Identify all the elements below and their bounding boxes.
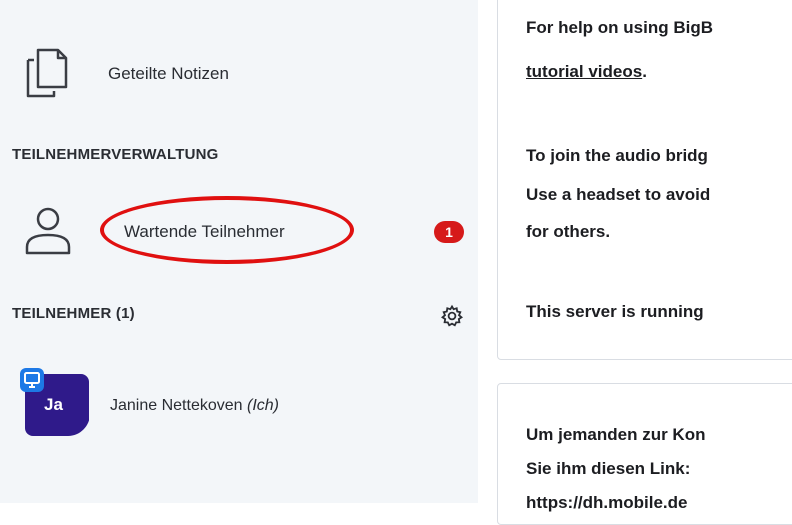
audio-line-1: To join the audio bridg: [526, 146, 708, 165]
invite-line-3: https://dh.mobile.de: [526, 493, 688, 512]
invite-line-1: Um jemanden zur Kon: [526, 425, 706, 444]
shared-notes-label: Geteilte Notizen: [108, 64, 229, 83]
tutorial-videos-link[interactable]: tutorial videos: [526, 62, 642, 81]
settings-gear-icon[interactable]: [440, 304, 464, 328]
invite-line-2: Sie ihm diesen Link:: [526, 459, 691, 478]
participant-name-text: Janine Nettekoven: [110, 397, 243, 414]
notes-icon: [26, 48, 68, 98]
user-icon: [25, 207, 71, 255]
participant-me-tag: (Ich): [246, 397, 279, 414]
audio-line-2: Use a headset to avoid: [526, 185, 711, 204]
welcome-line-2: tutorial videos.: [526, 62, 647, 82]
avatar-initials: Ja: [44, 395, 63, 414]
user-list-sidebar: Geteilte Notizen TEILNEHMERVERWALTUNG Wa…: [0, 0, 478, 503]
audio-line-3: for others.: [526, 222, 611, 241]
avatar-corner: [68, 414, 90, 436]
participant-management-heading: TEILNEHMERVERWALTUNG: [12, 146, 219, 163]
server-line: This server is running: [526, 302, 704, 321]
welcome-line-1: For help on using BigB: [526, 18, 713, 37]
waiting-users-label: Wartende Teilnehmer: [124, 222, 285, 241]
presenter-icon: [20, 368, 44, 392]
welcome-line-2-end: .: [642, 62, 647, 81]
participant-name: Janine Nettekoven (Ich): [110, 397, 279, 415]
participants-heading: TEILNEHMER (1): [12, 305, 135, 322]
waiting-count-badge: 1: [434, 221, 464, 243]
